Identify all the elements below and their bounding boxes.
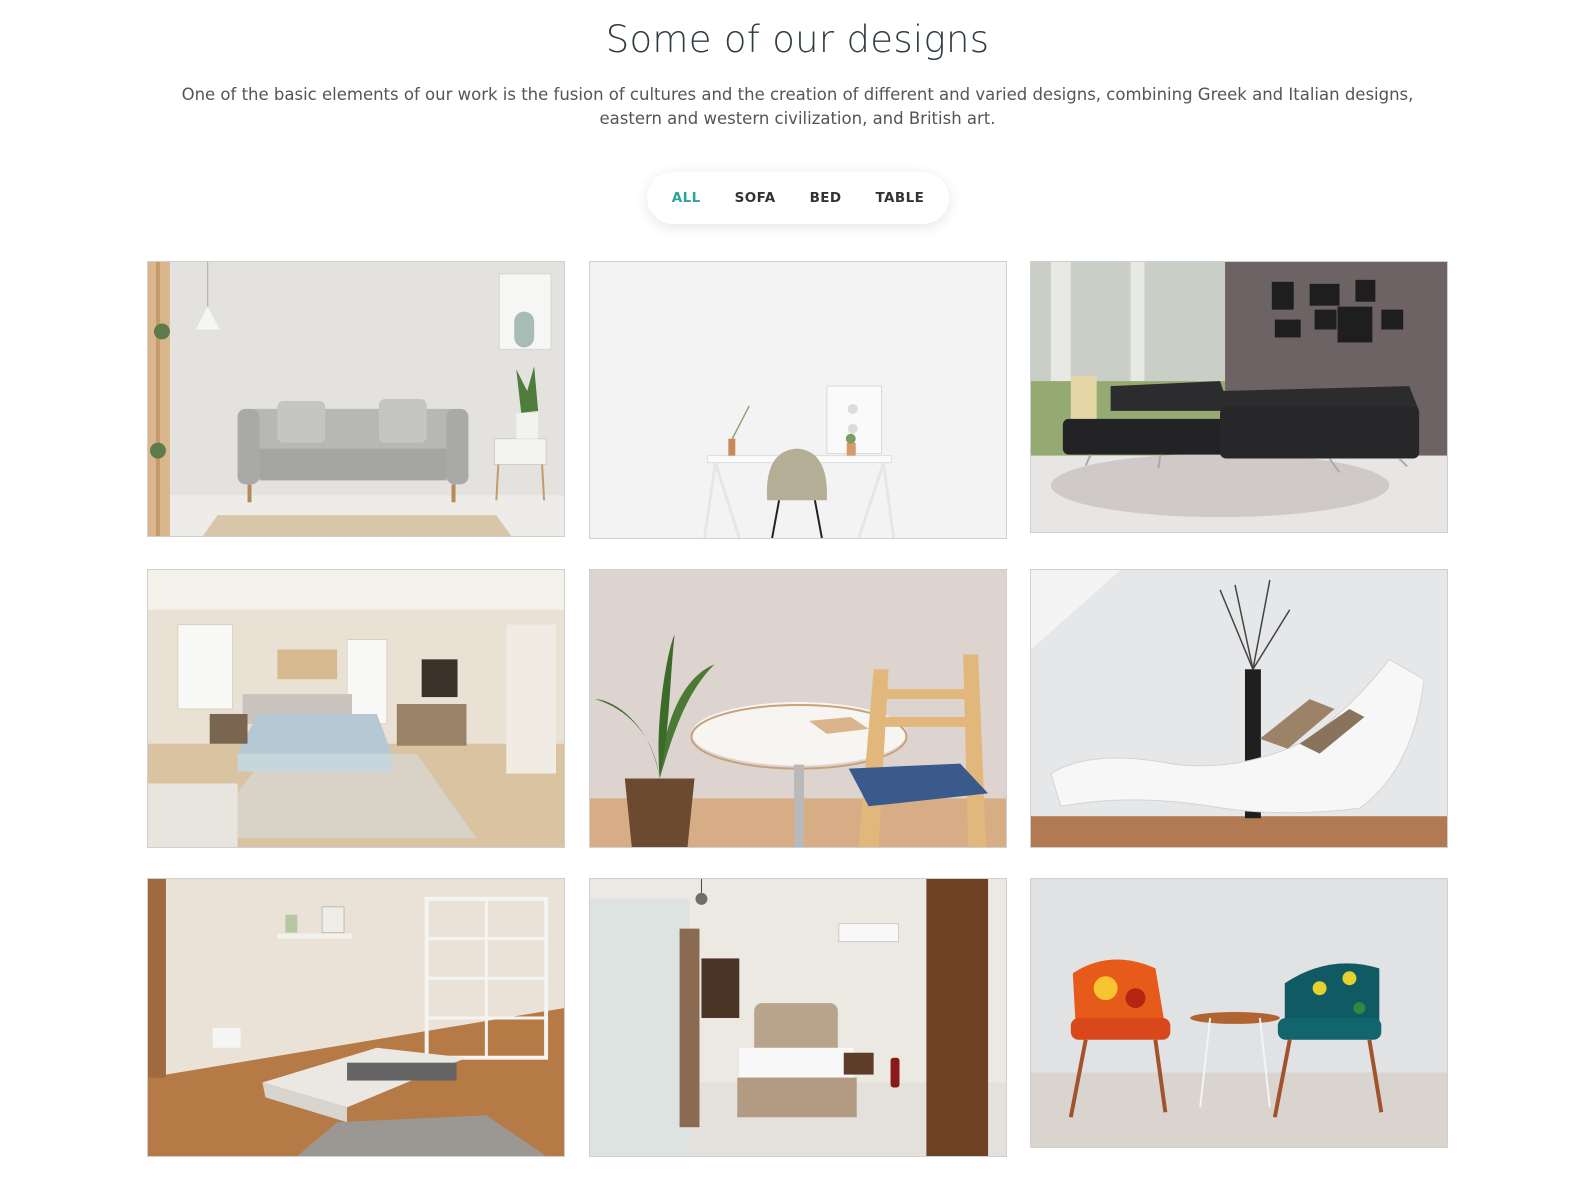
gallery-image-chaise-lounge[interactable] <box>1030 569 1448 848</box>
hotel-bedroom-photo <box>590 879 1006 1156</box>
bedroom-photo <box>148 570 564 847</box>
filter-bed-button[interactable]: BED <box>810 190 842 206</box>
corner-sofa-photo <box>1031 262 1447 532</box>
filter-table-button[interactable]: TABLE <box>875 190 924 206</box>
gallery-image-round-table[interactable] <box>589 569 1007 848</box>
sofa-photo <box>148 262 564 536</box>
gallery-image-white-desk[interactable] <box>589 261 1007 539</box>
gallery-image-bedroom[interactable] <box>147 569 565 848</box>
gallery-image-hotel-bedroom[interactable] <box>589 878 1007 1157</box>
gallery-image-corner-sofa[interactable] <box>1030 261 1448 533</box>
filter-sofa-button[interactable]: SOFA <box>735 190 776 206</box>
gallery-image-shelf-bedroom[interactable] <box>147 878 565 1157</box>
chaise-photo <box>1031 570 1447 847</box>
gallery-image-grey-sofa[interactable] <box>147 261 565 537</box>
category-filter-bar: ALL SOFA BED TABLE <box>647 172 949 224</box>
filter-all-button[interactable]: ALL <box>672 190 701 206</box>
gallery-image-patterned-chairs[interactable] <box>1030 878 1448 1148</box>
shelf-bedroom-photo <box>148 879 564 1156</box>
section-title: Some of our designs <box>605 18 990 61</box>
desk-photo <box>590 262 1006 538</box>
section-description: One of the basic elements of our work is… <box>181 85 1414 128</box>
armchairs-photo <box>1031 879 1447 1147</box>
table-photo <box>590 570 1006 847</box>
